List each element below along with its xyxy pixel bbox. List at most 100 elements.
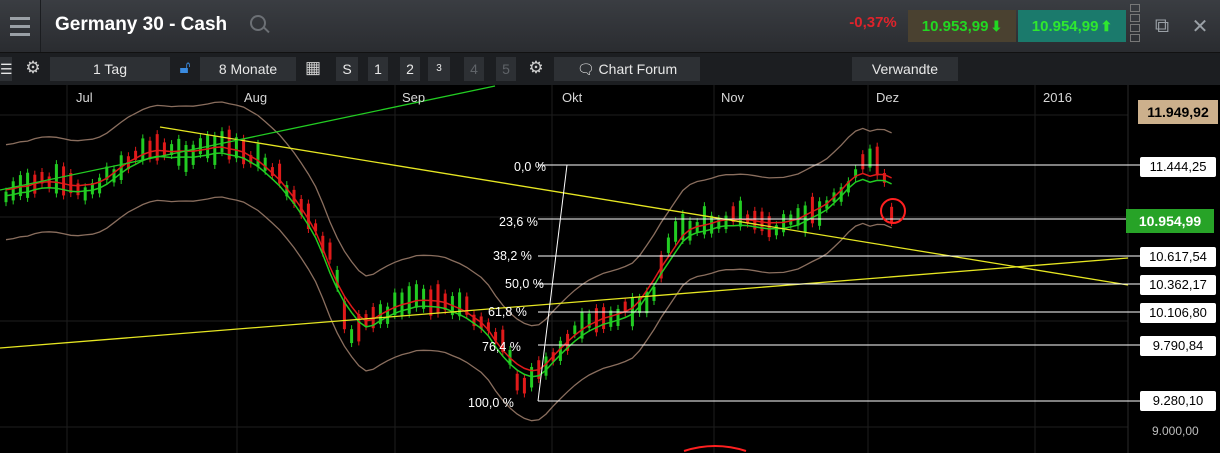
month-label: Nov — [721, 90, 745, 105]
candle-body — [4, 191, 8, 203]
candle-body — [162, 142, 166, 157]
fib-level-label: 0,0 % — [514, 160, 546, 174]
fib-level-label: 100,0 % — [468, 396, 514, 410]
chart-type-5[interactable]: 5 — [496, 57, 516, 81]
chart-type-3[interactable]: 3 — [428, 57, 450, 81]
fib-level-label: 50,0 % — [505, 277, 544, 291]
settings-gear-icon[interactable]: ⚙ — [527, 59, 545, 77]
chart-forum-label: Chart Forum — [598, 61, 678, 77]
candle-body — [98, 177, 102, 194]
arrow-up-icon: ⬆ — [1100, 17, 1113, 34]
chart-forum-button[interactable]: 🗨︎ Chart Forum — [554, 57, 700, 81]
trendline-resistance — [159, 126, 1129, 286]
menu-icon[interactable] — [0, 0, 41, 52]
candle-body — [393, 292, 397, 316]
range-dropdown[interactable]: 8 Monate — [200, 57, 296, 81]
candle-body — [83, 187, 87, 201]
month-label: Jul — [76, 90, 93, 105]
candle-body — [263, 157, 267, 171]
chart-type-1[interactable]: 1 — [368, 57, 388, 81]
candle-body — [184, 145, 188, 172]
candle-body — [429, 289, 433, 316]
candle-body — [458, 292, 462, 317]
sell-price-button[interactable]: 10.953,99 ⬇ — [908, 10, 1016, 42]
candle-body — [666, 237, 670, 253]
candle-body — [609, 310, 613, 327]
bid-value: 10.953,99 — [921, 17, 989, 35]
change-percent: -0,37% — [849, 14, 897, 31]
candle-body — [62, 166, 66, 196]
candle-body — [544, 356, 548, 376]
scroll-list-icon[interactable] — [1130, 4, 1140, 48]
candle-body — [724, 215, 728, 230]
fib-price-label: 10.106,80 — [1140, 303, 1216, 323]
buy-price-button[interactable]: 10.954,99 ⬆ — [1018, 10, 1126, 42]
candle-body — [674, 221, 678, 242]
candle-body — [522, 377, 526, 394]
chart-type-4[interactable]: 4 — [464, 57, 484, 81]
candle-body — [515, 373, 519, 391]
candle-body — [774, 225, 778, 236]
gear-icon[interactable]: ⚙ — [24, 59, 42, 77]
candle-body — [69, 172, 73, 194]
month-label: Sep — [402, 90, 426, 105]
candle-body — [350, 329, 354, 344]
fib-price-label: 10.362,17 — [1140, 275, 1216, 295]
current-price-label: 10.954,99 — [1126, 209, 1214, 233]
fib-price-label: 9.280,10 — [1140, 391, 1216, 411]
candle-body — [875, 146, 879, 176]
fib-level-label: 61,8 % — [488, 305, 527, 319]
chart-toolbar: ☰ ⚙ 1 Tag 🔓︎ 8 Monate ▦ S 1 2 3 4 5 ⚙ 🗨︎… — [0, 53, 1220, 85]
candle-body — [213, 135, 217, 165]
month-label: Okt — [562, 90, 583, 105]
annotation-mark — [683, 445, 747, 452]
fib-level-label: 38,2 % — [493, 249, 532, 263]
candle-body — [652, 286, 656, 301]
candle-body — [796, 208, 800, 226]
month-label: Aug — [244, 90, 268, 105]
candle-body — [256, 143, 260, 168]
related-button[interactable]: Verwandte — [852, 57, 958, 81]
arrow-down-icon: ⬇ — [990, 17, 1003, 34]
search-icon[interactable] — [250, 15, 266, 31]
close-icon[interactable]: ✕ — [1184, 10, 1216, 42]
candle-body — [861, 154, 865, 170]
list-icon[interactable]: ☰ — [0, 57, 13, 81]
candle-body — [436, 284, 440, 314]
candle-body — [558, 340, 562, 361]
calendar-icon[interactable]: ▦ — [304, 59, 322, 77]
price-chart[interactable]: Jul Aug Sep Okt Nov Dez 2016 0,0 % 23,6 … — [0, 85, 1220, 453]
interval-dropdown[interactable]: 1 Tag — [50, 57, 170, 81]
candle-body — [386, 306, 390, 324]
ma-green-line — [5, 152, 892, 378]
instrument-title: Germany 30 - Cash — [55, 14, 228, 35]
fib-price-label: 10.617,54 — [1140, 247, 1216, 267]
chart-canvas[interactable] — [0, 85, 1220, 453]
fib-level-label: 23,6 % — [499, 215, 538, 229]
candle-body — [890, 206, 894, 223]
candle-body — [198, 138, 202, 155]
month-label: Dez — [876, 90, 900, 105]
candle-body — [11, 181, 15, 201]
candle-body — [141, 138, 145, 161]
popout-icon[interactable]: ⧉ — [1146, 10, 1178, 42]
candle-body — [191, 144, 195, 165]
chart-type-s[interactable]: S — [336, 57, 358, 81]
fib-price-label: 11.444,25 — [1140, 157, 1216, 177]
month-label: 2016 — [1043, 90, 1072, 105]
ask-value: 10.954,99 — [1031, 17, 1099, 35]
bottom-price-label: 9.000,00 — [1152, 424, 1199, 438]
lock-icon[interactable]: 🔓︎ — [176, 59, 194, 77]
candle-body — [710, 215, 714, 234]
candle-body — [220, 131, 224, 153]
fib-level-label: 76,4 % — [482, 340, 521, 354]
candle-body — [328, 242, 332, 260]
candle-body — [573, 325, 577, 335]
trendline-support — [0, 257, 1129, 349]
top-price-label: 11.949,92 — [1138, 100, 1218, 124]
chat-icon: 🗨︎ — [576, 61, 599, 77]
chart-type-2[interactable]: 2 — [400, 57, 420, 81]
candle-body — [414, 284, 418, 308]
fib-price-label: 9.790,84 — [1140, 336, 1216, 356]
bollinger-upper — [5, 101, 892, 327]
